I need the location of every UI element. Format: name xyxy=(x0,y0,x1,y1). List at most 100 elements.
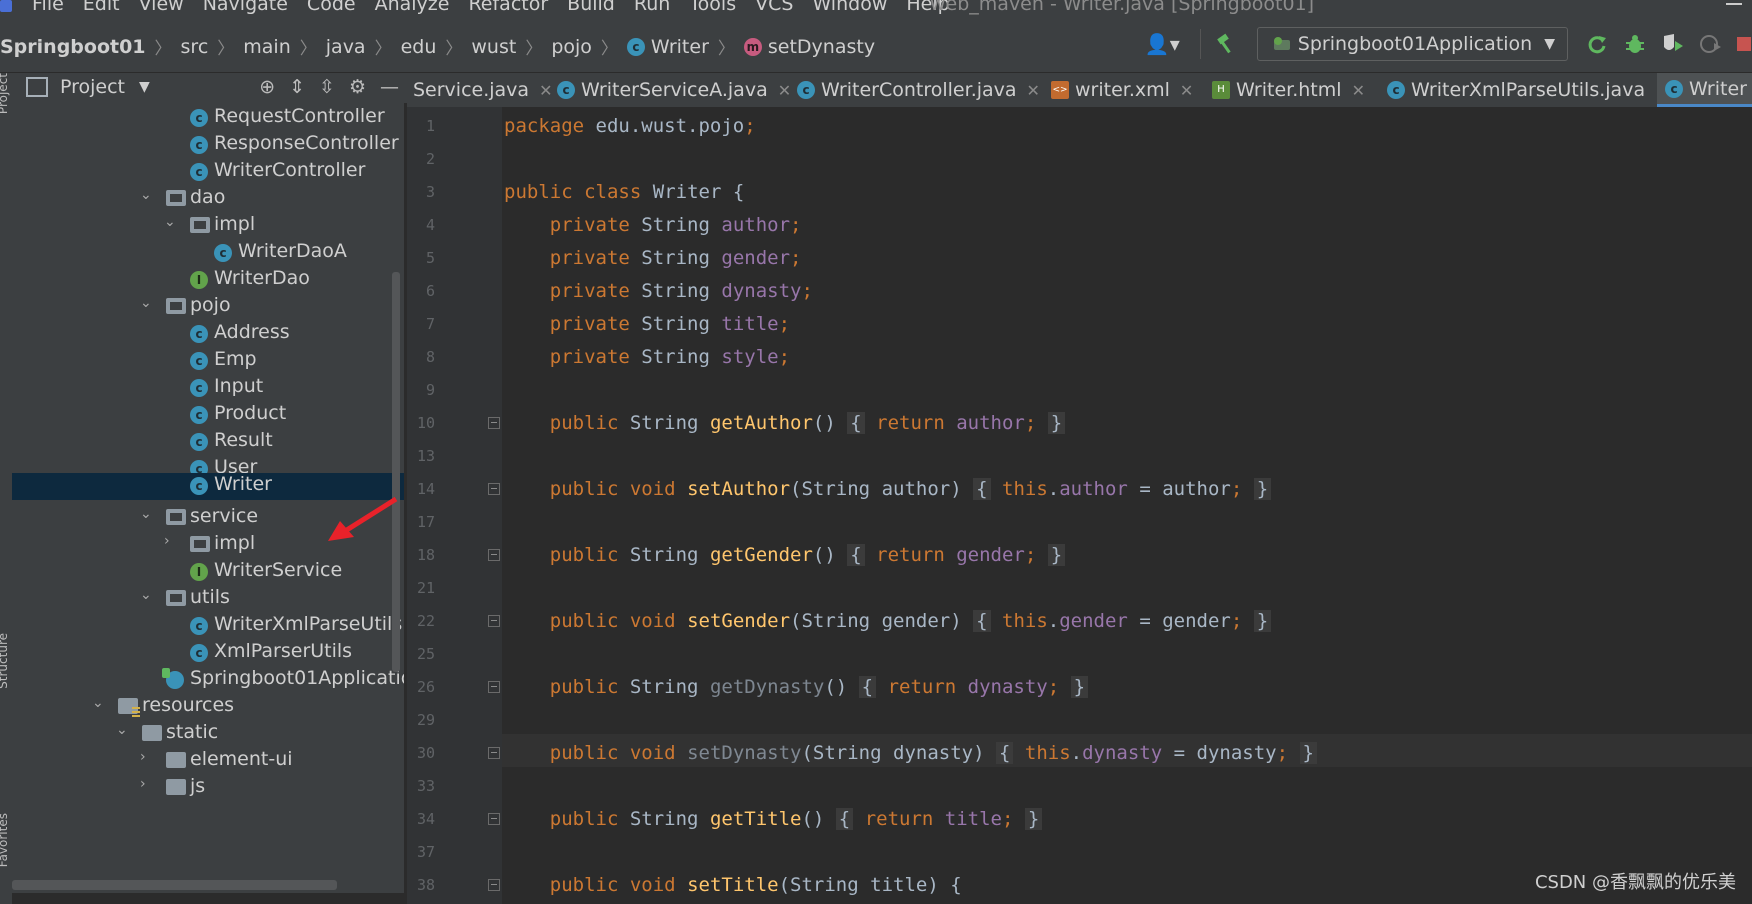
chevron-down-icon[interactable]: ⌄ xyxy=(140,506,154,522)
chevron-right-icon: 〉 xyxy=(299,39,317,59)
tab-writerxmlparseutils-java[interactable]: cWriterXmlParseUtils.java✕ xyxy=(1387,73,1669,107)
breadcrumb-writer[interactable]: Writer xyxy=(651,36,709,58)
tree-item-utils[interactable]: ⌄ utils xyxy=(12,584,404,614)
breadcrumb-wust[interactable]: wust xyxy=(471,36,516,58)
chevron-down-icon[interactable]: ⌄ xyxy=(116,722,130,738)
minimize-button[interactable] xyxy=(1726,3,1742,5)
fold-toggle-icon[interactable] xyxy=(488,483,500,495)
menu-tools[interactable]: Tools xyxy=(689,0,736,15)
run-configuration-select[interactable]: Springboot01Application ▼ xyxy=(1256,27,1568,61)
chevron-right-icon[interactable]: › xyxy=(140,749,154,765)
breadcrumb-java[interactable]: java xyxy=(326,36,366,58)
tree-item-writerdao[interactable]: I WriterDao xyxy=(12,265,404,295)
user-icon[interactable]: 👤▾ xyxy=(1145,32,1180,56)
breadcrumb-edu[interactable]: edu xyxy=(401,36,437,58)
tree-item-dao[interactable]: ⌄ dao xyxy=(12,184,404,214)
tree-horizontal-scrollbar[interactable] xyxy=(12,880,337,890)
line-number: 21 xyxy=(416,579,435,597)
menu-vcs[interactable]: VCS xyxy=(755,0,793,15)
breadcrumb-project[interactable]: Springboot01 xyxy=(0,36,146,58)
tab-writercontroller-java[interactable]: c WriterController.java ✕ xyxy=(797,73,1040,107)
menu-code[interactable]: Code xyxy=(307,0,356,15)
chevron-down-icon[interactable]: ⌄ xyxy=(164,214,178,230)
fold-toggle-icon[interactable] xyxy=(488,879,500,891)
rerun-button[interactable] xyxy=(1584,31,1610,57)
tree-item-writerdaoa[interactable]: c WriterDaoA xyxy=(12,238,404,268)
breadcrumb-method[interactable]: setDynasty xyxy=(768,36,875,58)
tree-item-address[interactable]: c Address xyxy=(12,319,404,349)
line-number: 33 xyxy=(416,777,435,795)
tree-item-input[interactable]: c Input xyxy=(12,373,404,403)
menu-refactor[interactable]: Refactor xyxy=(468,0,548,15)
project-view-selector[interactable]: Project ▼ xyxy=(26,76,150,98)
hide-panel-icon[interactable]: — xyxy=(380,76,399,98)
tree-item-static[interactable]: ⌄ static xyxy=(12,719,404,749)
close-icon[interactable]: ✕ xyxy=(1180,81,1193,100)
fold-toggle-icon[interactable] xyxy=(488,747,500,759)
menu-build[interactable]: Build xyxy=(567,0,615,15)
breadcrumb-src[interactable]: src xyxy=(181,36,209,58)
favorites-tool-tab[interactable]: Favorites xyxy=(0,813,10,867)
tree-vertical-scrollbar[interactable] xyxy=(392,272,400,672)
tree-item-product[interactable]: c Product xyxy=(12,400,404,430)
fold-toggle-icon[interactable] xyxy=(488,615,500,627)
tab-writerservicea-java[interactable]: c WriterServiceA.java ✕ xyxy=(557,73,791,107)
tree-item-writercontroller[interactable]: c WriterController xyxy=(12,157,404,187)
tree-item-result[interactable]: c Result xyxy=(12,427,404,457)
menu-view[interactable]: View xyxy=(139,0,184,15)
fold-toggle-icon[interactable] xyxy=(488,549,500,561)
build-hammer-icon[interactable] xyxy=(1215,33,1237,55)
fold-toggle-icon[interactable] xyxy=(488,813,500,825)
tree-item-resources[interactable]: ⌄ resources xyxy=(12,692,404,722)
menu-edit[interactable]: Edit xyxy=(83,0,120,15)
tree-item-writerservice[interactable]: I WriterService xyxy=(12,557,404,587)
menu-navigate[interactable]: Navigate xyxy=(203,0,288,15)
tree-item-springboot01application[interactable]: Springboot01Application xyxy=(12,665,404,695)
close-icon[interactable]: ✕ xyxy=(778,81,791,100)
tree-item-writerxmlparseutils[interactable]: c WriterXmlParseUtils xyxy=(12,611,404,641)
tab-writer-xml[interactable]: <> writer.xml ✕ xyxy=(1051,73,1193,107)
chevron-down-icon[interactable]: ⌄ xyxy=(140,187,154,203)
profile-button[interactable] xyxy=(1698,31,1724,57)
menu-window[interactable]: Window xyxy=(812,0,887,15)
stop-button[interactable] xyxy=(1736,31,1752,57)
fold-toggle-icon[interactable] xyxy=(488,681,500,693)
tree-item-responsecontroller[interactable]: c ResponseController xyxy=(12,130,404,160)
menu-file[interactable]: File xyxy=(32,0,64,15)
chevron-right-icon[interactable]: › xyxy=(140,776,154,792)
menu-run[interactable]: Run xyxy=(634,0,670,15)
chevron-down-icon: ▼ xyxy=(139,79,150,95)
debug-button[interactable] xyxy=(1622,31,1648,57)
chevron-down-icon[interactable]: ⌄ xyxy=(140,295,154,311)
folder-icon xyxy=(166,590,186,606)
chevron-down-icon[interactable]: ⌄ xyxy=(92,695,106,711)
tab-writer-java[interactable]: c Writer xyxy=(1657,73,1752,107)
close-icon[interactable]: ✕ xyxy=(1027,81,1040,100)
breadcrumb-pojo[interactable]: pojo xyxy=(551,36,592,58)
locate-target-icon[interactable]: ⊕ xyxy=(259,76,275,98)
tree-item-element-ui[interactable]: › element-ui xyxy=(12,746,404,776)
tree-item-requestcontroller[interactable]: c RequestController xyxy=(12,103,404,133)
gear-icon[interactable]: ⚙ xyxy=(349,76,366,98)
class-icon: c xyxy=(190,325,208,343)
tab-service-java[interactable]: Service.java ✕ xyxy=(413,73,552,107)
project-tool-tab[interactable]: Project xyxy=(0,73,10,114)
collapse-all-icon[interactable]: ⇳ xyxy=(319,76,335,98)
tree-item-pojo[interactable]: ⌄ pojo xyxy=(12,292,404,322)
tree-item-js[interactable]: › js xyxy=(12,773,404,803)
run-with-coverage-button[interactable] xyxy=(1660,31,1686,57)
chevron-down-icon[interactable]: ⌄ xyxy=(140,587,154,603)
tree-item-dao-impl[interactable]: ⌄ impl xyxy=(12,211,404,241)
code-line: public String getDynasty() { return dyna… xyxy=(504,671,1089,704)
fold-toggle-icon[interactable] xyxy=(488,417,500,429)
menu-analyze[interactable]: Analyze xyxy=(375,0,450,15)
structure-tool-tab[interactable]: Structure xyxy=(0,633,10,689)
expand-all-icon[interactable]: ⇕ xyxy=(289,76,305,98)
close-icon[interactable]: ✕ xyxy=(539,81,552,100)
breadcrumb-main[interactable]: main xyxy=(243,36,290,58)
tree-item-xmlparserutils[interactable]: c XmlParserUtils xyxy=(12,638,404,668)
tree-item-emp[interactable]: c Emp xyxy=(12,346,404,376)
chevron-right-icon[interactable]: › xyxy=(164,533,178,549)
tab-writer-html[interactable]: H Writer.html ✕ xyxy=(1212,73,1365,107)
close-icon[interactable]: ✕ xyxy=(1352,81,1365,100)
